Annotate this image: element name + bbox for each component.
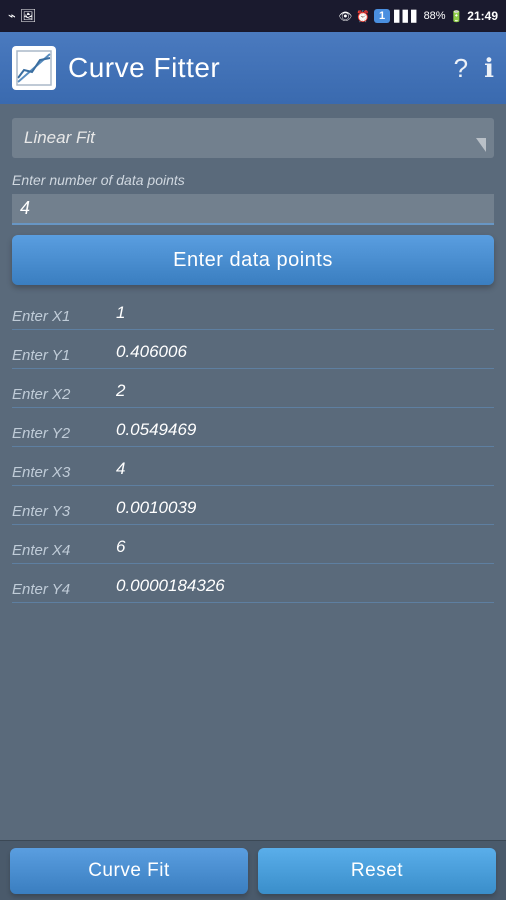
field-label-0: Enter X1 <box>12 308 112 325</box>
alarm-icon: ⏰ <box>356 10 370 23</box>
app-bar: Curve Fitter ? ℹ <box>0 32 506 104</box>
fit-type-dropdown[interactable]: Linear Fit <box>12 118 494 158</box>
fit-type-label: Linear Fit <box>24 128 95 147</box>
field-input-5[interactable] <box>112 496 494 520</box>
usb-icon: ⌁ <box>8 8 16 24</box>
help-button[interactable]: ? <box>454 53 468 84</box>
field-input-6[interactable] <box>112 535 494 559</box>
field-row-0: Enter X1 <box>12 301 494 330</box>
field-input-3[interactable] <box>112 418 494 442</box>
field-row-4: Enter X3 <box>12 457 494 486</box>
bottom-bar: Curve Fit Reset <box>0 840 506 900</box>
time-display: 21:49 <box>467 9 498 23</box>
field-row-3: Enter Y2 <box>12 418 494 447</box>
field-row-7: Enter Y4 <box>12 574 494 603</box>
dropdown-arrow-icon <box>476 138 486 152</box>
battery-icon: 🔋 <box>450 10 464 23</box>
field-input-2[interactable] <box>112 379 494 403</box>
main-content: Linear Fit Enter number of data points E… <box>0 104 506 840</box>
fields-container: Enter X1 Enter Y1 Enter X2 Enter Y2 Enter X3… <box>12 301 494 603</box>
status-bar-right: 👁 ⏰ 1 ▋▋▋ 88% 🔋 21:49 <box>338 9 498 23</box>
field-label-4: Enter X3 <box>12 464 112 481</box>
field-label-6: Enter X4 <box>12 542 112 559</box>
num-points-input[interactable] <box>12 194 494 225</box>
field-row-1: Enter Y1 <box>12 340 494 369</box>
app-bar-actions: ? ℹ <box>454 53 494 84</box>
notification-badge: 1 <box>374 9 390 23</box>
info-button[interactable]: ℹ <box>484 53 494 84</box>
image-icon: 🖼 <box>20 8 37 24</box>
app-title: Curve Fitter <box>68 52 454 84</box>
app-icon <box>12 46 56 90</box>
field-label-1: Enter Y1 <box>12 347 112 364</box>
field-input-4[interactable] <box>112 457 494 481</box>
enter-data-points-button[interactable]: Enter data points <box>12 235 494 285</box>
num-points-label: Enter number of data points <box>12 172 494 188</box>
app-logo-svg <box>16 50 52 86</box>
status-bar-left: ⌁ 🖼 <box>8 8 36 24</box>
field-row-2: Enter X2 <box>12 379 494 408</box>
field-label-3: Enter Y2 <box>12 425 112 442</box>
field-row-5: Enter Y3 <box>12 496 494 525</box>
field-input-0[interactable] <box>112 301 494 325</box>
eye-icon: 👁 <box>338 10 352 23</box>
field-row-6: Enter X4 <box>12 535 494 564</box>
data-points-section: Enter number of data points Enter data p… <box>12 172 494 301</box>
field-label-5: Enter Y3 <box>12 503 112 520</box>
field-input-1[interactable] <box>112 340 494 364</box>
status-bar: ⌁ 🖼 👁 ⏰ 1 ▋▋▋ 88% 🔋 21:49 <box>0 0 506 32</box>
reset-button[interactable]: Reset <box>258 848 496 894</box>
field-label-2: Enter X2 <box>12 386 112 403</box>
signal-icon: ▋▋▋ <box>394 10 419 23</box>
battery-text: 88% <box>424 10 446 22</box>
field-label-7: Enter Y4 <box>12 581 112 598</box>
field-input-7[interactable] <box>112 574 494 598</box>
curve-fit-button[interactable]: Curve Fit <box>10 848 248 894</box>
